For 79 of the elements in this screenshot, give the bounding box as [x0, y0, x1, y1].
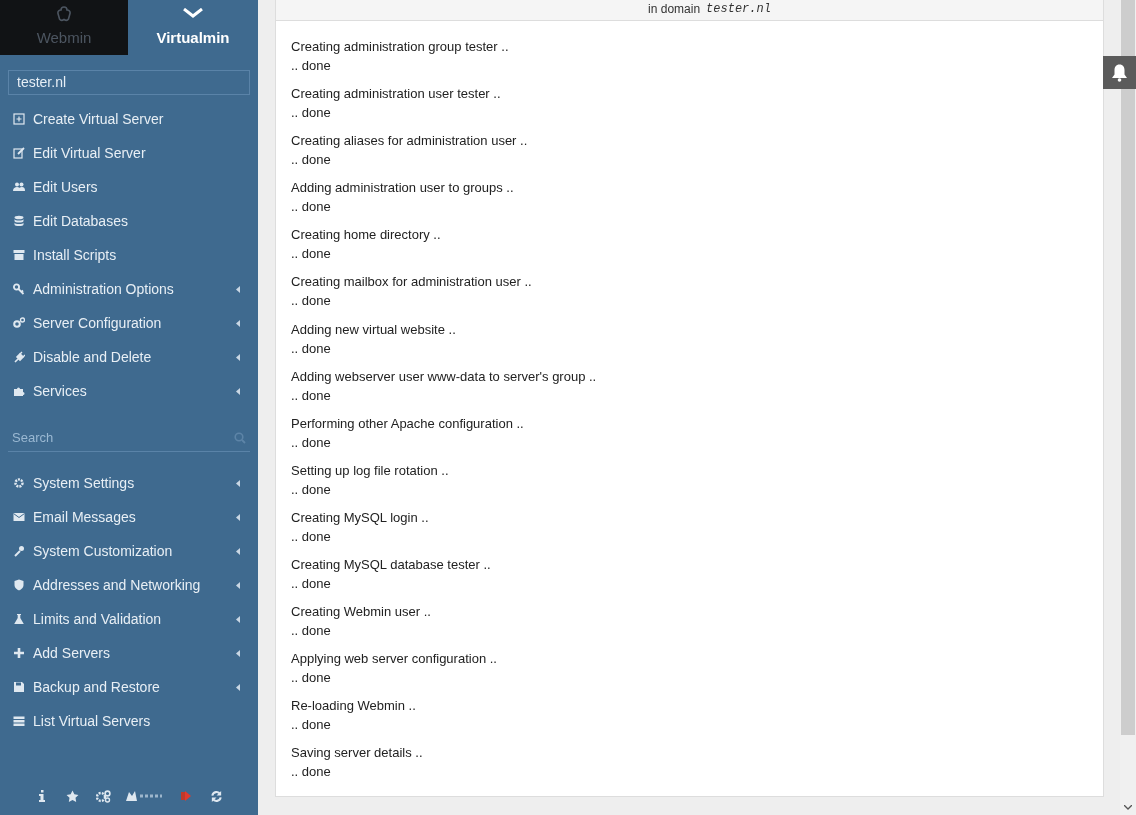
step-result: .. done	[291, 151, 331, 170]
bell-icon	[1111, 63, 1128, 82]
database-icon	[13, 215, 25, 227]
envelope-icon	[13, 511, 25, 523]
star-icon	[66, 789, 79, 803]
step-message: Re-loading Webmin ..	[291, 697, 416, 716]
step-message: Applying web server configuration ..	[291, 650, 497, 669]
key-icon	[13, 283, 25, 295]
step-message: Saving server details ..	[291, 744, 423, 763]
step-result: .. done	[291, 480, 331, 499]
search-icon	[234, 431, 246, 444]
step-result: .. done	[291, 527, 331, 546]
wrench-icon	[13, 545, 25, 557]
info-icon	[38, 790, 45, 802]
gears-icon	[96, 789, 111, 803]
step-message: Creating administration group tester ..	[291, 38, 509, 56]
step-message: Creating MySQL login ..	[291, 508, 429, 527]
menu-item[interactable]: Services	[0, 374, 258, 408]
menu-item[interactable]: Edit Databases	[0, 204, 258, 238]
step-message: Adding webserver user www-data to server's group ..	[291, 367, 597, 386]
plus-icon	[13, 647, 25, 659]
step-result: .. done	[291, 245, 331, 264]
domain-select[interactable]: tester.nl	[8, 70, 250, 95]
settings-icon	[13, 477, 25, 489]
server-icon	[13, 715, 25, 727]
step-result: .. done	[291, 104, 331, 123]
users-icon	[13, 181, 25, 193]
chevron-down-icon	[183, 7, 203, 18]
step-message: Creating home directory ..	[291, 226, 441, 245]
step-result: .. done	[291, 386, 331, 405]
step-message: Creating aliases for administration user ..	[291, 132, 528, 151]
step-message: Creating MySQL database tester ..	[291, 556, 491, 575]
step-result: .. done	[291, 292, 331, 311]
menu-item[interactable]: Email Messages	[0, 500, 258, 534]
scroll-down-icon	[1124, 805, 1132, 810]
plus-square-icon	[13, 113, 25, 125]
logout-icon	[179, 790, 192, 802]
step-message: Performing other Apache configuration ..	[291, 414, 524, 433]
step-message: Creating administration user tester ..	[291, 85, 501, 104]
menu-item[interactable]: System Settings	[0, 466, 258, 500]
step-message: Creating Webmin user ..	[291, 603, 431, 622]
menu-item[interactable]: Create Virtual Server	[0, 102, 258, 136]
domain-name: tester.nl	[706, 1, 771, 17]
step-message: Creating mailbox for administration user ..	[291, 273, 532, 292]
menu-item[interactable]: Add Servers	[0, 636, 258, 670]
step-result: .. done	[291, 763, 331, 782]
header-text: in domain	[648, 1, 701, 17]
gears-icon	[13, 317, 25, 329]
menu-item[interactable]: Edit Users	[0, 170, 258, 204]
webmin-logo-icon	[56, 5, 72, 22]
search-field[interactable]: Search	[8, 427, 234, 448]
menu-item[interactable]: Backup and Restore	[0, 670, 258, 704]
menu-item[interactable]: Edit Virtual Server	[0, 136, 258, 170]
step-result: .. done	[291, 339, 331, 358]
flask-icon	[13, 613, 25, 625]
step-result: .. done	[291, 622, 331, 641]
menu-item[interactable]: System Customization	[0, 534, 258, 568]
step-message: Setting up log file rotation ..	[291, 461, 449, 480]
menu-item[interactable]: Disable and Delete	[0, 340, 258, 374]
step-message: Adding administration user to groups ..	[291, 179, 514, 198]
menu-item[interactable]: Install Scripts	[0, 238, 258, 272]
archive-icon	[13, 249, 25, 261]
menu-item[interactable]: Limits and Validation	[0, 602, 258, 636]
step-result: .. done	[291, 669, 331, 688]
menu-item[interactable]: Server Configuration	[0, 306, 258, 340]
menu-item[interactable]: Addresses and Networking	[0, 568, 258, 602]
step-result: .. done	[291, 575, 331, 594]
edit-icon	[13, 147, 25, 159]
menu-item[interactable]: List Virtual Servers	[0, 704, 258, 738]
step-result: .. done	[291, 57, 331, 75]
notifications-button[interactable]	[1103, 56, 1136, 89]
step-result: .. done	[291, 198, 331, 217]
menu-item[interactable]: Administration Options	[0, 272, 258, 306]
refresh-icon	[210, 789, 223, 803]
plug-icon	[13, 351, 25, 363]
step-message: Adding new virtual website ..	[291, 320, 456, 339]
step-result: .. done	[291, 716, 331, 735]
shield-icon	[13, 579, 25, 591]
step-result: .. done	[291, 433, 331, 452]
